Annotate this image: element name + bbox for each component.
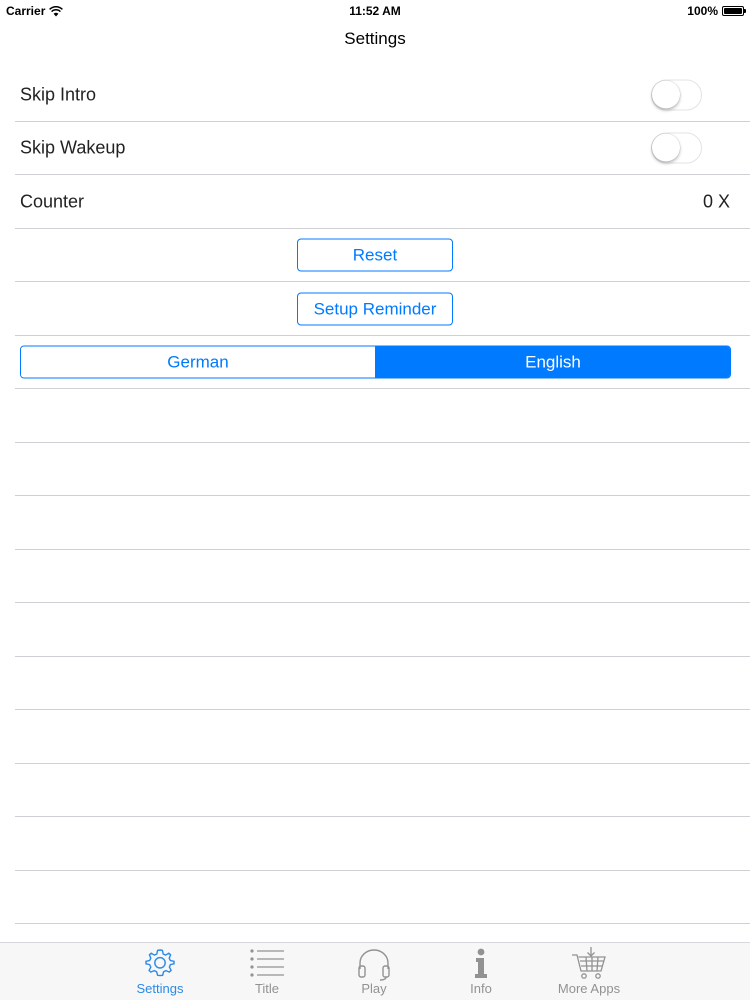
headphones-icon	[356, 947, 392, 981]
switch-knob	[652, 80, 680, 109]
status-bar: Carrier 11:52 AM 100%	[0, 0, 750, 22]
empty-row	[0, 657, 750, 711]
empty-row	[0, 603, 750, 657]
page-title: Settings	[344, 29, 406, 48]
segment-english[interactable]: English	[375, 346, 730, 378]
row-setup-reminder: Setup Reminder	[0, 282, 750, 336]
skip-wakeup-label: Skip Wakeup	[20, 137, 126, 158]
empty-row	[0, 550, 750, 604]
tab-label: More Apps	[557, 981, 621, 996]
empty-row	[0, 817, 750, 871]
gear-icon	[142, 947, 178, 981]
tab-title[interactable]: Title	[222, 947, 312, 999]
tab-label: Info	[470, 981, 492, 996]
empty-row	[0, 443, 750, 497]
row-counter: Counter 0 X	[0, 175, 750, 229]
tab-bar: Settings Title Play Info More Apps	[0, 942, 750, 1000]
tab-label: Settings	[136, 981, 184, 996]
switch-knob	[652, 133, 680, 162]
row-reset: Reset	[0, 229, 750, 283]
skip-wakeup-switch[interactable]	[651, 132, 702, 164]
tab-info[interactable]: Info	[436, 947, 526, 999]
empty-row	[0, 710, 750, 764]
status-time: 11:52 AM	[349, 4, 401, 18]
tab-label: Title	[254, 981, 280, 996]
row-language: German English	[0, 336, 750, 390]
list-icon	[249, 947, 285, 981]
empty-row	[0, 871, 750, 925]
counter-label: Counter	[20, 191, 85, 212]
segment-german[interactable]: German	[21, 346, 375, 378]
counter-value: 0 X	[702, 191, 730, 212]
tab-play[interactable]: Play	[329, 947, 419, 999]
empty-row	[0, 389, 750, 443]
row-skip-intro: Skip Intro	[0, 68, 750, 122]
battery-percent: 100%	[687, 4, 718, 18]
empty-row	[0, 764, 750, 818]
empty-row	[0, 496, 750, 550]
tab-settings[interactable]: Settings	[115, 947, 205, 999]
settings-table: Skip Intro Skip Wakeup Counter 0 X Reset…	[0, 68, 750, 924]
language-segmented-control: German English	[20, 345, 731, 379]
info-icon	[463, 947, 499, 981]
skip-intro-label: Skip Intro	[20, 84, 97, 105]
cart-icon	[571, 947, 607, 981]
tab-more-apps[interactable]: More Apps	[544, 947, 634, 999]
skip-intro-switch[interactable]	[651, 79, 702, 111]
reset-button[interactable]: Reset	[297, 238, 453, 272]
setup-reminder-button[interactable]: Setup Reminder	[297, 292, 453, 326]
battery-icon	[722, 6, 746, 16]
row-skip-wakeup: Skip Wakeup	[0, 122, 750, 176]
tab-label: Play	[361, 981, 387, 996]
